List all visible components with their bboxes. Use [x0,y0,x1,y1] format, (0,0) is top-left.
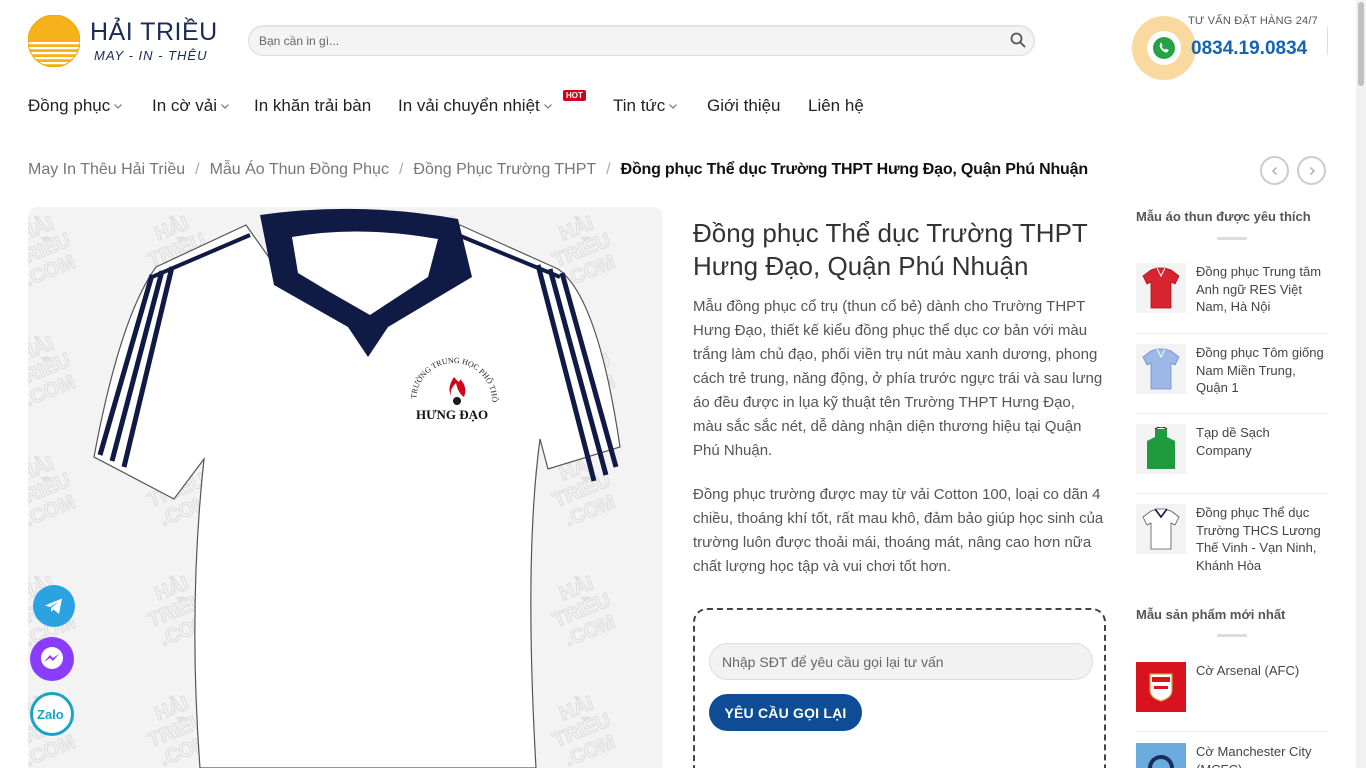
chevron-left-icon [1271,166,1277,175]
watermark-text: HẢITRIỀU.COM [28,328,82,413]
product-title-link[interactable]: Đồng phục Tôm giống Nam Miền Trung, Quận… [1196,344,1328,397]
nav-label: Giới thiệu [707,96,781,115]
main-nav: Đồng phục In cờ vải In khăn trải bàn In … [0,82,1356,130]
zalo-icon: Zalo [37,707,64,722]
chevron-down-icon [543,104,552,109]
header-top: HẢI TRIỀU MAY - IN - THÊU TƯ VẤN ĐẶT HÀN… [0,0,1356,82]
item-divider [1136,413,1328,414]
breadcrumb-current: Đồng phục Thể dục Trường THPT Hưng Đạo, … [620,161,1088,178]
logo-title: HẢI TRIỀU [90,18,218,46]
product-title-link[interactable]: Đồng phục Thể dục Trường THCS Lương Thế … [1196,504,1328,574]
search-icon [1010,32,1026,47]
watermark-text: HẢITRIỀU.COM [28,448,82,533]
nav-item-in-khan-trai-ban[interactable]: In khăn trải bàn [254,96,371,116]
shirt-logo-name: HƯNG ĐẠO [416,407,488,422]
nav-label: In cờ vải [152,96,218,115]
chevron-down-icon [669,104,678,109]
nav-item-tin-tuc[interactable]: Tin tức [613,96,678,116]
item-divider [1136,731,1328,732]
phone-input[interactable] [709,643,1093,680]
nav-label: In khăn trải bàn [254,96,372,115]
shirt-illustration: HẢITRIỀU.COM HẢITRIỀU.COM HẢITRIỀU.COM HẢIT… [28,207,622,768]
product-description: Mẫu đồng phục cổ trụ (thun cổ bẻ) dành c… [693,298,1103,459]
breadcrumb-separator: / [606,161,611,178]
breadcrumb-separator: / [398,161,404,178]
nav-item-dong-phuc[interactable]: Đồng phục [28,96,123,116]
product-title-link[interactable]: Cờ Arsenal (AFC) [1196,662,1328,680]
search-bar [248,25,1035,56]
zalo-button[interactable]: Zalo [30,692,74,736]
product-title-link[interactable]: Đồng phục Trung tâm Anh ngữ RES Việt Nam… [1196,263,1328,316]
next-product-button[interactable] [1297,156,1326,185]
zalo-label: Zalo [37,707,64,722]
chevron-down-icon [114,104,123,109]
messenger-icon [41,647,63,669]
watermark-text: HẢITRIỀU.COM [541,688,622,768]
nav-item-in-co-vai[interactable]: In cờ vải [152,96,230,116]
product-title-link[interactable]: Tạp dề Sạch Company [1196,424,1328,459]
prev-product-button[interactable] [1260,156,1289,185]
nav-label: Đồng phục [28,96,111,115]
site-logo[interactable]: HẢI TRIỀU MAY - IN - THÊU [28,14,218,68]
nav-label: Tin tức [613,96,666,115]
product-title-link[interactable]: Cờ Manchester City (MCFC) [1196,743,1328,768]
product-thumbnail [1136,662,1186,712]
product-thumbnail [1136,504,1186,554]
heading-divider [1217,237,1247,240]
chevron-right-icon [1309,166,1315,175]
newest-heading: Mẫu sản phẩm mới nhất [1136,607,1286,622]
whatsapp-phone-icon [1153,37,1175,59]
heading-divider [1217,634,1247,637]
favorites-heading: Mẫu áo thun được yêu thích [1136,209,1311,224]
search-input[interactable] [249,26,989,55]
product-thumbnail [1136,344,1186,394]
callback-form: YÊU CẦU GỌI LẠI [693,608,1106,768]
search-button[interactable] [1008,31,1028,51]
hotline-button[interactable] [1132,16,1196,80]
watermark-text: HẢITRIỀU.COM [541,568,622,653]
chevron-down-icon [221,104,229,109]
watermark-text: HẢITRIỀU.COM [28,208,82,293]
scrollbar-thumb[interactable] [1358,2,1364,86]
mancity-crest-icon [1148,755,1174,768]
breadcrumb: May In Thêu Hải Triều / Mẫu Áo Thun Đồng P… [28,161,1088,179]
header-divider [1327,27,1328,55]
product-title: Đồng phục Thể dục Trường THPT Hưng Đạo, … [693,218,1088,281]
telegram-icon [45,598,62,614]
breadcrumb-link[interactable]: May In Thêu Hải Triều [28,161,185,179]
telegram-button[interactable] [33,585,75,627]
nav-item-in-vai-chuyen-nhiet[interactable]: In vải chuyển nhiệt HOT [398,90,586,116]
arsenal-crest-icon [1149,673,1173,702]
page-scrollbar[interactable] [1356,0,1366,768]
breadcrumb-link[interactable]: Mẫu Áo Thun Đồng Phục [210,161,389,179]
product-thumbnail [1136,743,1186,768]
product-image[interactable]: HẢITRIỀU.COM HẢITRIỀU.COM HẢITRIỀU.COM HẢIT… [28,207,663,768]
hotline-number[interactable]: 0834.19.0834 [1191,38,1307,60]
sun-logo-icon [28,15,80,67]
item-divider [1136,493,1328,494]
nav-label: Liên hệ [808,96,864,115]
product-thumbnail [1136,424,1186,474]
hotline-label: TƯ VẤN ĐẶT HÀNG 24/7 [1188,15,1318,27]
product-thumbnail [1136,263,1186,313]
logo-subtitle: MAY - IN - THÊU [94,48,208,63]
breadcrumb-separator: / [195,161,200,178]
item-divider [1136,333,1328,334]
nav-label: In vải chuyển nhiệt [398,96,540,115]
nav-item-gioi-thieu[interactable]: Giới thiệu [707,96,781,116]
nav-item-lien-he[interactable]: Liên hệ [808,96,864,116]
callback-button[interactable]: YÊU CẦU GỌI LẠI [709,694,862,731]
messenger-button[interactable] [30,637,74,681]
breadcrumb-link[interactable]: Đồng Phục Trường THPT [413,161,596,179]
hot-badge: HOT [563,90,586,101]
product-description-2: Đồng phục trường được may từ vải Cotton … [693,486,1104,575]
